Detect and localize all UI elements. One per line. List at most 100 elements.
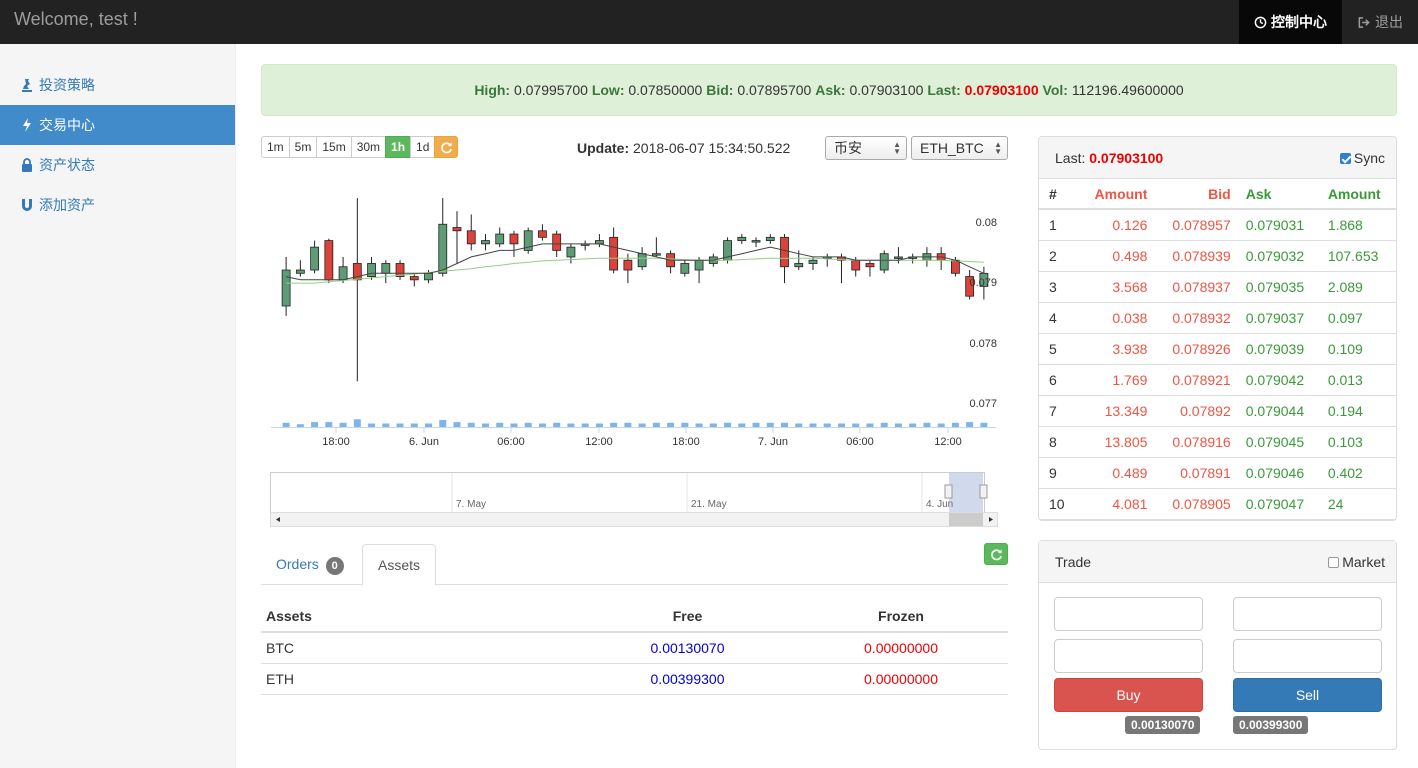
exchange-select[interactable]: 币安 ▲ ▼ [825,136,907,160]
interval-1d-button[interactable]: 1d [410,136,436,158]
orderbook-row[interactable]: 3 3.568 0.078937 0.079035 2.089 [1039,271,1396,303]
volume-bar [425,423,433,427]
candle-body [808,259,818,264]
orderbook-row[interactable]: 10 4.081 0.078905 0.079047 24 [1039,488,1396,520]
ask-amount: 1.868 [1320,209,1396,241]
select-arrows-icon: ▲ ▼ [994,140,1002,156]
navigator-handle-right [979,484,988,499]
asset-name: ETH [261,663,581,695]
low-value: 0.07850000 [628,82,703,98]
sidebar-item-asset-status[interactable]: 资产状态 [0,145,235,185]
nav-logout-label: 退出 [1375,14,1403,30]
volume-bar [453,422,461,427]
orders-count-badge: 0 [325,557,344,575]
candlestick-chart[interactable]: 0.08 0.079 0.078 0.077 18:00 6. Jun 06:00 12:0… [261,185,1008,530]
buy-button[interactable]: Buy [1054,678,1203,712]
navigator-tick-label: 7. May [456,499,486,510]
candle-body [609,236,619,271]
y-tick-label: 0.08 [976,217,997,229]
candle-body [367,263,376,277]
sidebar-item-strategy[interactable]: 投资策略 [0,65,235,105]
row-index: 10 [1039,488,1079,520]
col-assets: Assets [261,600,581,633]
update-value: 2018-06-07 15:34:50.522 [633,140,791,156]
navigator-tick-label: 21. May [691,499,727,510]
pair-select[interactable]: ETH_BTC ▲ ▼ [911,136,1008,160]
ask-price: 0.079046 [1238,457,1321,489]
sell-button[interactable]: Sell [1233,678,1382,712]
interval-5m-button[interactable]: 5m [288,136,318,158]
buy-price-input[interactable] [1054,597,1203,631]
asset-frozen: 0.00000000 [794,632,1008,664]
x-tick-label: 06:00 [846,436,874,448]
volume-bar [766,422,774,427]
orderbook-row[interactable]: 6 1.769 0.078921 0.079042 0.013 [1039,364,1396,396]
col-bid: Bid [1155,179,1239,210]
interval-1h-button[interactable]: 1h [385,136,412,158]
sidebar-item-label: 投资策略 [39,77,95,93]
interval-15m-button[interactable]: 15m [316,136,352,158]
navigator-selection [949,473,983,512]
orderbook-row[interactable]: 8 13.805 0.078916 0.079045 0.103 [1039,426,1396,458]
pair-select-value: ETH_BTC [920,140,984,156]
nav-right: 控制中心 退出 [1239,0,1418,44]
market-checkbox[interactable]: Market [1328,554,1385,570]
bid-value: 0.07895700 [737,82,812,98]
candle-body [566,246,576,258]
volume-bar [339,422,347,427]
volume-bar [553,422,561,427]
interval-1m-button[interactable]: 1m [261,136,290,158]
volume-bar [325,422,333,427]
ask-price: 0.079039 [1238,333,1321,365]
candle-body [751,240,761,243]
magnet-icon [20,198,34,212]
orderbook-row[interactable]: 5 3.938 0.078926 0.079039 0.109 [1039,333,1396,365]
volume-bar [282,422,290,427]
sell-balance-badge: 0.00399300 [1233,716,1309,734]
sync-checkbox[interactable]: Sync [1339,150,1385,166]
nav-control-center-label: 控制中心 [1271,14,1327,30]
interval-30m-button[interactable]: 30m [350,136,387,158]
candle-body [310,246,319,271]
bid-price: 0.078905 [1155,488,1239,520]
tab-orders[interactable]: Orders 0 [261,544,359,585]
volume-bar [695,423,703,427]
checkbox-checked-icon [1339,152,1351,164]
bid-amount: 3.938 [1079,333,1156,365]
sell-price-input[interactable] [1233,597,1382,631]
orderbook-last: Last: 0.07903100 [1055,150,1163,166]
nav-control-center[interactable]: 控制中心 [1239,0,1342,44]
tab-assets[interactable]: Assets [362,544,437,586]
orderbook-row[interactable]: 4 0.038 0.078932 0.079037 0.097 [1039,302,1396,334]
chess-icon [20,78,34,92]
assets-refresh-button[interactable] [984,543,1008,565]
ask-price: 0.079035 [1238,271,1321,303]
orderbook-row[interactable]: 1 0.126 0.078957 0.079031 1.868 [1039,209,1396,241]
candle-body [538,230,547,238]
sidebar-item-label: 资产状态 [39,157,95,173]
volume-bar [823,423,831,427]
orderbook-row[interactable]: 9 0.489 0.07891 0.079046 0.402 [1039,457,1396,489]
sidebar-item-add-asset[interactable]: 添加资产 [0,185,235,225]
orderbook-row[interactable]: 2 0.498 0.078939 0.079032 107.653 [1039,240,1396,272]
candle-body [452,227,462,232]
orderbook-row[interactable]: 7 13.349 0.07892 0.079044 0.194 [1039,395,1396,427]
nav-logout[interactable]: 退出 [1342,0,1418,44]
trade-panel: Trade Market Buy Sell 0.00130070 0.00399… [1038,540,1397,750]
ask-amount: 0.194 [1320,395,1396,427]
volume-bar [880,422,888,427]
candle-body [680,263,690,274]
chart-refresh-button[interactable] [434,136,459,158]
candle-body [794,263,804,268]
candle-body [851,259,861,271]
bid-price: 0.078957 [1155,209,1239,241]
col-ask-amount: Amount [1320,179,1396,210]
volume-bar [909,423,917,427]
welcome-brand[interactable]: Welcome, test ! [14,9,138,30]
buy-amount-input[interactable] [1054,639,1203,673]
sell-amount-input[interactable] [1233,639,1382,673]
ask-price: 0.079032 [1238,240,1321,272]
sidebar-item-trading[interactable]: 交易中心 [0,105,235,145]
ask-amount: 0.097 [1320,302,1396,334]
low-label: Low: [591,82,625,98]
